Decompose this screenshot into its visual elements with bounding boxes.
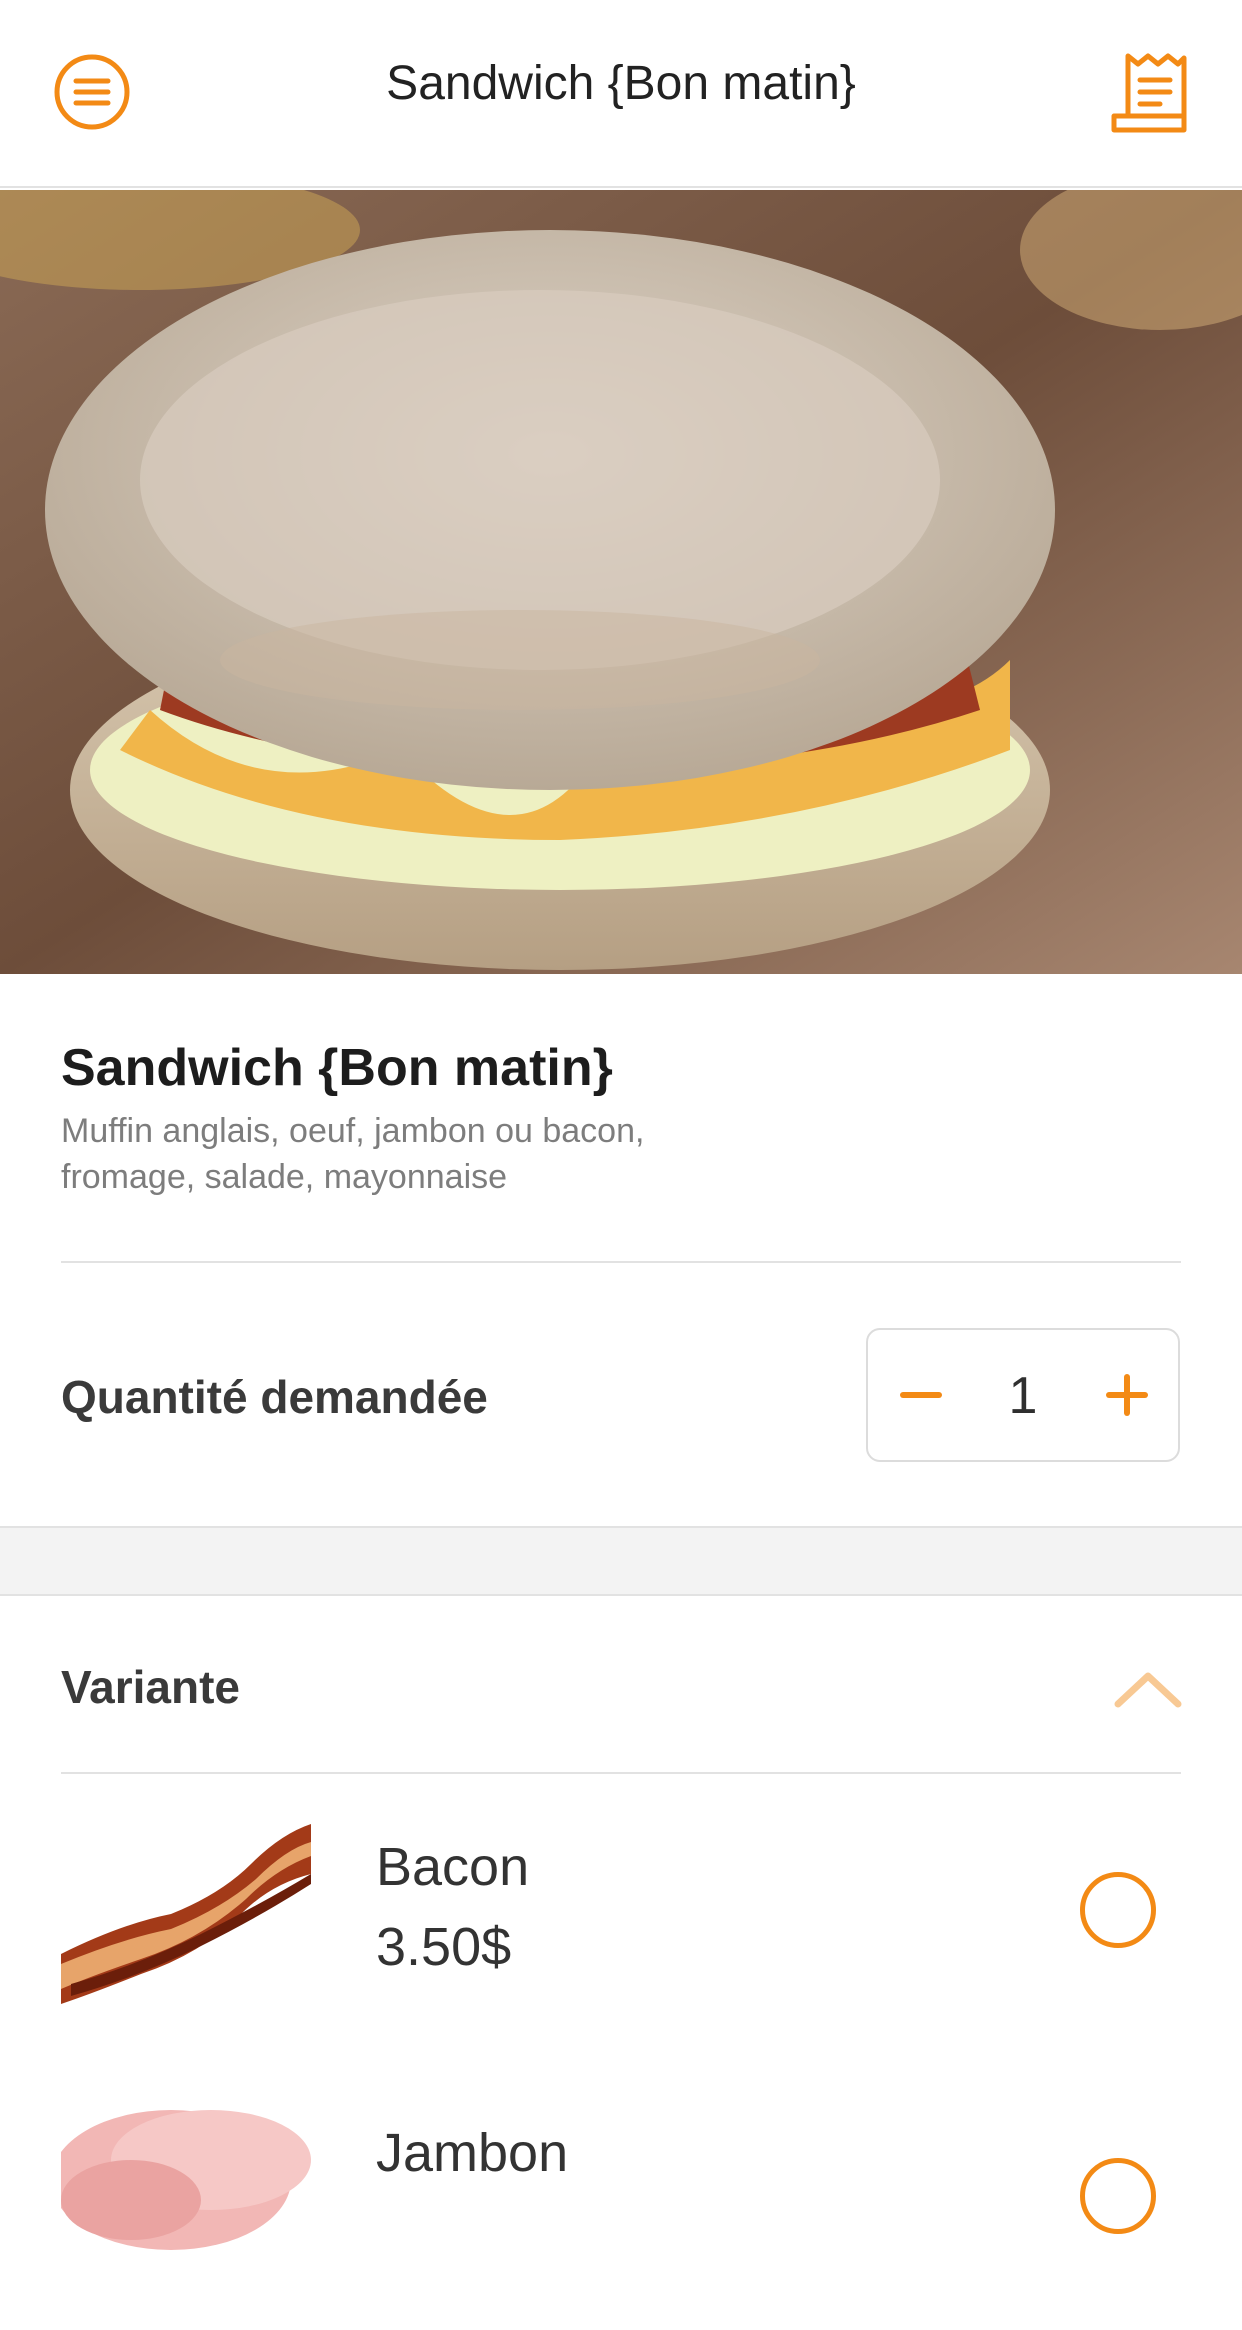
product-description: Muffin anglais, oeuf, jambon ou bacon, f… (61, 1112, 645, 1196)
variant-name: Bacon (376, 1837, 530, 1897)
app-header: Sandwich {Bon matin} (0, 0, 1242, 188)
divider (61, 1772, 1181, 1774)
plus-icon[interactable] (1094, 1362, 1160, 1428)
product-name: Sandwich {Bon matin} (61, 1039, 613, 1097)
ham-thumbnail (61, 2090, 311, 2304)
receipt-icon[interactable] (1108, 50, 1192, 136)
section-separator (0, 1526, 1242, 1596)
variant-name: Jambon (376, 2123, 569, 2183)
quantity-stepper: 1 (866, 1328, 1180, 1462)
variants-title: Variante (61, 1661, 240, 1713)
minus-icon[interactable] (888, 1362, 954, 1428)
variant-item-jambon[interactable]: Jambon (0, 2070, 1242, 2330)
quantity-value: 1 (1008, 1367, 1038, 1425)
divider (61, 1261, 1181, 1263)
chevron-up-icon[interactable] (1112, 1664, 1184, 1712)
product-photo (0, 190, 1242, 974)
variant-price: 3.50$ (376, 1917, 512, 1977)
quantity-label: Quantité demandée (61, 1371, 488, 1423)
variant-radio[interactable] (1080, 1872, 1156, 1948)
bacon-thumbnail (61, 1804, 311, 2018)
variant-radio[interactable] (1080, 2158, 1156, 2234)
header-title: Sandwich {Bon matin} (386, 57, 856, 110)
variant-item-bacon[interactable]: Bacon 3.50$ (0, 1784, 1242, 2044)
